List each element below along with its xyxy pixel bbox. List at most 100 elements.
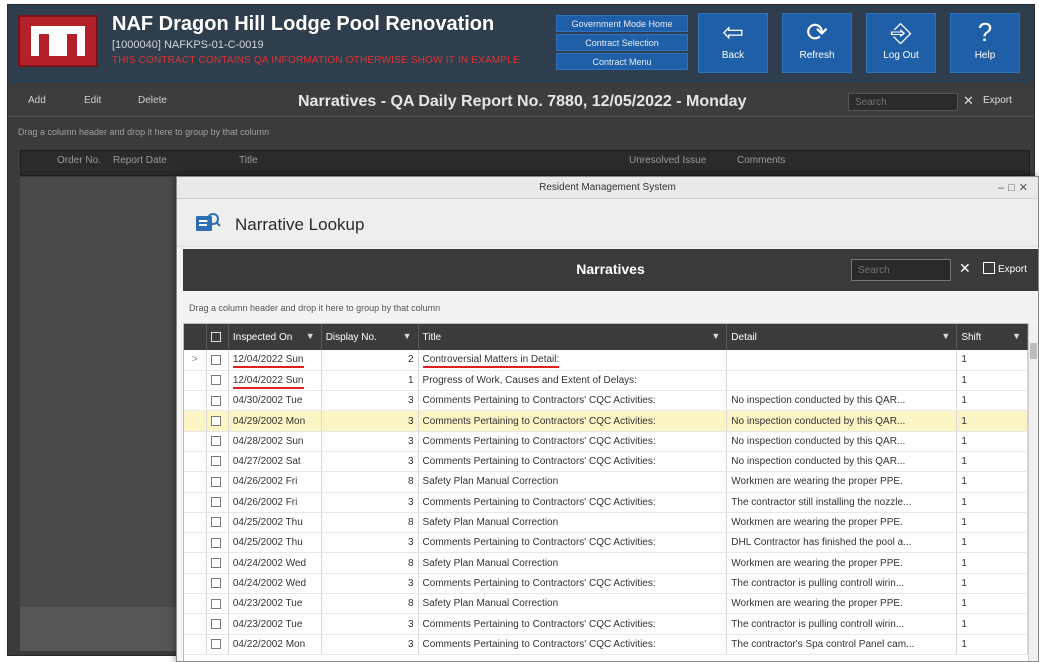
nav-contract-menu[interactable]: Contract Menu [556, 53, 688, 70]
row-checkbox[interactable] [206, 593, 229, 615]
row-indicator [184, 552, 207, 574]
row-checkbox[interactable] [206, 613, 229, 635]
row-checkbox[interactable] [206, 552, 229, 574]
logout-button[interactable]: ⎆ Log Out [866, 13, 936, 73]
cell-inspected-on: 04/23/2002 Tue [228, 613, 322, 635]
table-row[interactable]: 04/26/2002 Fri 3 Comments Pertaining to Co… [184, 492, 1028, 513]
table-row[interactable]: 04/27/2002 Sat 3 Comments Pertaining to Co… [184, 451, 1028, 473]
column-report-date[interactable]: Report Date [113, 155, 167, 166]
column-inspected-on[interactable]: Inspected On ▼ [228, 324, 322, 350]
table-row[interactable]: 04/24/2002 Wed 3 Comments Pertaining to Co… [184, 573, 1028, 595]
row-checkbox[interactable] [206, 492, 229, 513]
row-checkbox[interactable] [206, 532, 229, 554]
row-checkbox[interactable] [206, 451, 229, 473]
cell-detail: The contractor is pulling controll wirin… [726, 573, 958, 595]
add-button[interactable]: Add [28, 95, 46, 106]
column-unresolved-issue[interactable]: Unresolved Issue [629, 155, 706, 166]
cell-detail: No inspection conducted by this QAR... [726, 390, 958, 412]
nav-contract-selection[interactable]: Contract Selection [556, 34, 688, 51]
cell-inspected-on: 04/24/2002 Wed [228, 552, 322, 574]
table-row[interactable]: 04/26/2002 Fri 8 Safety Plan Manual Correc… [184, 471, 1028, 493]
table-row[interactable]: 04/29/2002 Mon 3 Comments Pertaining to Co… [184, 410, 1028, 432]
cell-inspected-on: 04/30/2002 Tue [228, 390, 322, 412]
edit-button[interactable]: Edit [84, 95, 101, 106]
row-checkbox[interactable] [206, 634, 229, 655]
dialog-titlebar[interactable]: Resident Management System –□✕ [177, 177, 1038, 199]
filter-icon[interactable]: ▼ [1012, 331, 1021, 341]
row-checkbox[interactable] [206, 410, 229, 432]
table-row[interactable]: 04/23/2002 Tue 8 Safety Plan Manual Correc… [184, 593, 1028, 615]
filter-icon[interactable]: ▼ [941, 331, 950, 341]
row-checkbox[interactable] [206, 431, 229, 452]
row-indicator-header [184, 324, 207, 350]
row-checkbox[interactable] [206, 471, 229, 493]
vertical-scrollbar[interactable] [1028, 323, 1038, 661]
column-display-no[interactable]: Display No. ▼ [321, 324, 419, 350]
clear-search-icon[interactable]: ✕ [959, 260, 971, 277]
table-row[interactable]: 04/25/2002 Thu 3 Comments Pertaining to Co… [184, 532, 1028, 554]
nav-government-home[interactable]: Government Mode Home [556, 15, 688, 32]
filter-icon[interactable]: ▼ [711, 331, 720, 341]
usace-castle-logo [18, 15, 98, 67]
cell-title: Progress of Work, Causes and Extent of D… [418, 370, 728, 392]
table-row[interactable]: 04/22/2002 Mon 3 Comments Pertaining to Co… [184, 634, 1028, 655]
cell-title: Comments Pertaining to Contractors' CQC … [418, 451, 728, 473]
row-checkbox[interactable] [206, 512, 229, 534]
page-title: Narratives - QA Daily Report No. 7880, 1… [298, 93, 747, 110]
table-row[interactable]: 04/25/2002 Thu 8 Safety Plan Manual Correc… [184, 512, 1028, 534]
cell-title: Comments Pertaining to Contractors' CQC … [418, 492, 728, 513]
clear-search-icon[interactable]: ✕ [963, 93, 974, 109]
column-detail[interactable]: Detail ▼ [726, 324, 958, 350]
column-comments[interactable]: Comments [737, 155, 785, 166]
cell-title: Comments Pertaining to Contractors' CQC … [418, 634, 728, 655]
table-row[interactable]: 04/23/2002 Tue 3 Comments Pertaining to Co… [184, 613, 1028, 635]
cell-display-no: 8 [321, 552, 419, 574]
column-order-no[interactable]: Order No. [57, 155, 101, 166]
cell-title: Comments Pertaining to Contractors' CQC … [418, 532, 728, 554]
help-button[interactable]: ? Help [950, 13, 1020, 73]
window-title: Resident Management System [539, 182, 676, 193]
cell-display-no: 8 [321, 471, 419, 493]
cell-display-no: 1 [321, 370, 419, 392]
delete-button[interactable]: Delete [138, 95, 167, 106]
row-checkbox[interactable] [206, 573, 229, 595]
cell-display-no: 8 [321, 593, 419, 615]
narrative-lookup-dialog: Resident Management System –□✕ Narrative… [176, 176, 1039, 662]
row-checkbox[interactable] [206, 390, 229, 412]
table-row[interactable]: 04/30/2002 Tue 3 Comments Pertaining to Co… [184, 390, 1028, 412]
export-button[interactable]: Export [983, 95, 1012, 106]
column-title[interactable]: Title ▼ [418, 324, 728, 350]
select-all-checkbox[interactable] [206, 324, 229, 350]
lookup-search-input[interactable] [851, 259, 951, 281]
column-shift[interactable]: Shift ▼ [956, 324, 1028, 350]
row-checkbox[interactable] [206, 370, 229, 392]
table-row[interactable]: >12/04/2022 Sun 2 Controversial Matters in… [184, 350, 1028, 371]
row-indicator [184, 431, 207, 452]
row-indicator [184, 593, 207, 615]
cell-detail: Workmen are wearing the proper PPE. [726, 512, 958, 534]
scrollbar-thumb[interactable] [1030, 343, 1037, 359]
filter-icon[interactable]: ▼ [403, 331, 412, 341]
cell-inspected-on: 04/23/2002 Tue [228, 593, 322, 615]
row-checkbox[interactable] [206, 350, 229, 371]
row-indicator [184, 370, 207, 392]
refresh-icon: ⟳ [806, 17, 828, 47]
export-icon [983, 262, 995, 274]
cell-detail: No inspection conducted by this QAR... [726, 451, 958, 473]
column-title[interactable]: Title [239, 155, 258, 166]
refresh-button[interactable]: ⟳ Refresh [782, 13, 852, 73]
window-controls[interactable]: –□✕ [998, 177, 1032, 199]
nav-links: Government Mode Home Contract Selection … [556, 15, 688, 72]
table-row[interactable]: 12/04/2022 Sun 1 Progress of Work, Causes … [184, 370, 1028, 392]
cell-inspected-on: 04/24/2002 Wed [228, 573, 322, 595]
cell-detail [726, 370, 958, 392]
table-row[interactable]: 04/24/2002 Wed 8 Safety Plan Manual Correc… [184, 552, 1028, 574]
lookup-export-button[interactable]: Export [983, 262, 1027, 275]
back-button[interactable]: ⇦ Back [698, 13, 768, 73]
search-input[interactable] [848, 93, 958, 111]
cell-shift: 1 [956, 512, 1028, 534]
filter-icon[interactable]: ▼ [306, 331, 315, 341]
table-row[interactable]: 04/28/2002 Sun 3 Comments Pertaining to Co… [184, 431, 1028, 452]
cell-display-no: 8 [321, 512, 419, 534]
cell-detail: The contractor is pulling controll wirin… [726, 613, 958, 635]
